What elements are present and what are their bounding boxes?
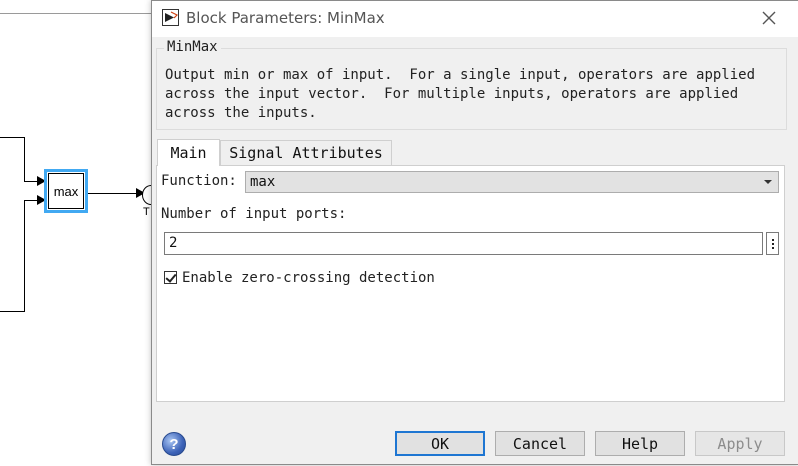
- terminator-label: T: [143, 206, 150, 218]
- minmax-block-label: max: [48, 173, 84, 209]
- checkmark-icon: [165, 271, 177, 283]
- close-button[interactable]: [758, 7, 780, 29]
- function-label: Function:: [161, 173, 237, 189]
- input-signal-line-1-horizontal[interactable]: [24, 181, 38, 182]
- input-signal-line-1[interactable]: [0, 137, 24, 138]
- input-signal-line-1-vertical[interactable]: [24, 137, 25, 182]
- input-signal-line-2[interactable]: [0, 311, 24, 312]
- function-dropdown[interactable]: max: [245, 171, 779, 193]
- main-tab-panel: Function: max Number of input ports: 2 E…: [156, 165, 785, 402]
- input-signal-line-2-horizontal[interactable]: [24, 200, 38, 201]
- input-signal-line-2-vertical[interactable]: [24, 200, 25, 312]
- dialog-title: Block Parameters: MinMax: [186, 9, 385, 27]
- dialog-titlebar[interactable]: Block Parameters: MinMax: [152, 1, 798, 37]
- tab-main[interactable]: Main: [157, 139, 220, 166]
- zero-crossing-label[interactable]: Enable zero-crossing detection: [182, 270, 435, 286]
- block-description-title: MinMax: [164, 39, 221, 55]
- function-dropdown-value: max: [250, 174, 276, 190]
- minmax-block[interactable]: max: [44, 169, 88, 213]
- more-options-icon[interactable]: [766, 232, 779, 255]
- help-icon[interactable]: ?: [162, 432, 186, 456]
- tab-signal-attributes[interactable]: Signal Attributes: [220, 140, 392, 165]
- apply-button[interactable]: Apply: [695, 431, 785, 456]
- chevron-down-icon: [764, 180, 772, 184]
- zero-crossing-checkbox[interactable]: [164, 271, 177, 284]
- output-signal-line[interactable]: [88, 193, 138, 194]
- input-ports-label: Number of input ports:: [161, 206, 347, 222]
- simulink-block-icon: [162, 9, 179, 26]
- block-parameters-dialog: Block Parameters: MinMax MinMax Output m…: [151, 0, 798, 465]
- block-description-text: Output min or max of input. For a single…: [165, 67, 756, 121]
- close-icon: [762, 11, 776, 25]
- input-ports-field[interactable]: 2: [164, 232, 763, 255]
- ok-button[interactable]: OK: [395, 431, 485, 456]
- cancel-button[interactable]: Cancel: [495, 431, 585, 456]
- help-button[interactable]: Help: [595, 431, 685, 456]
- block-description-group: MinMax Output min or max of input. For a…: [156, 39, 787, 130]
- canvas-top-border: [0, 13, 152, 14]
